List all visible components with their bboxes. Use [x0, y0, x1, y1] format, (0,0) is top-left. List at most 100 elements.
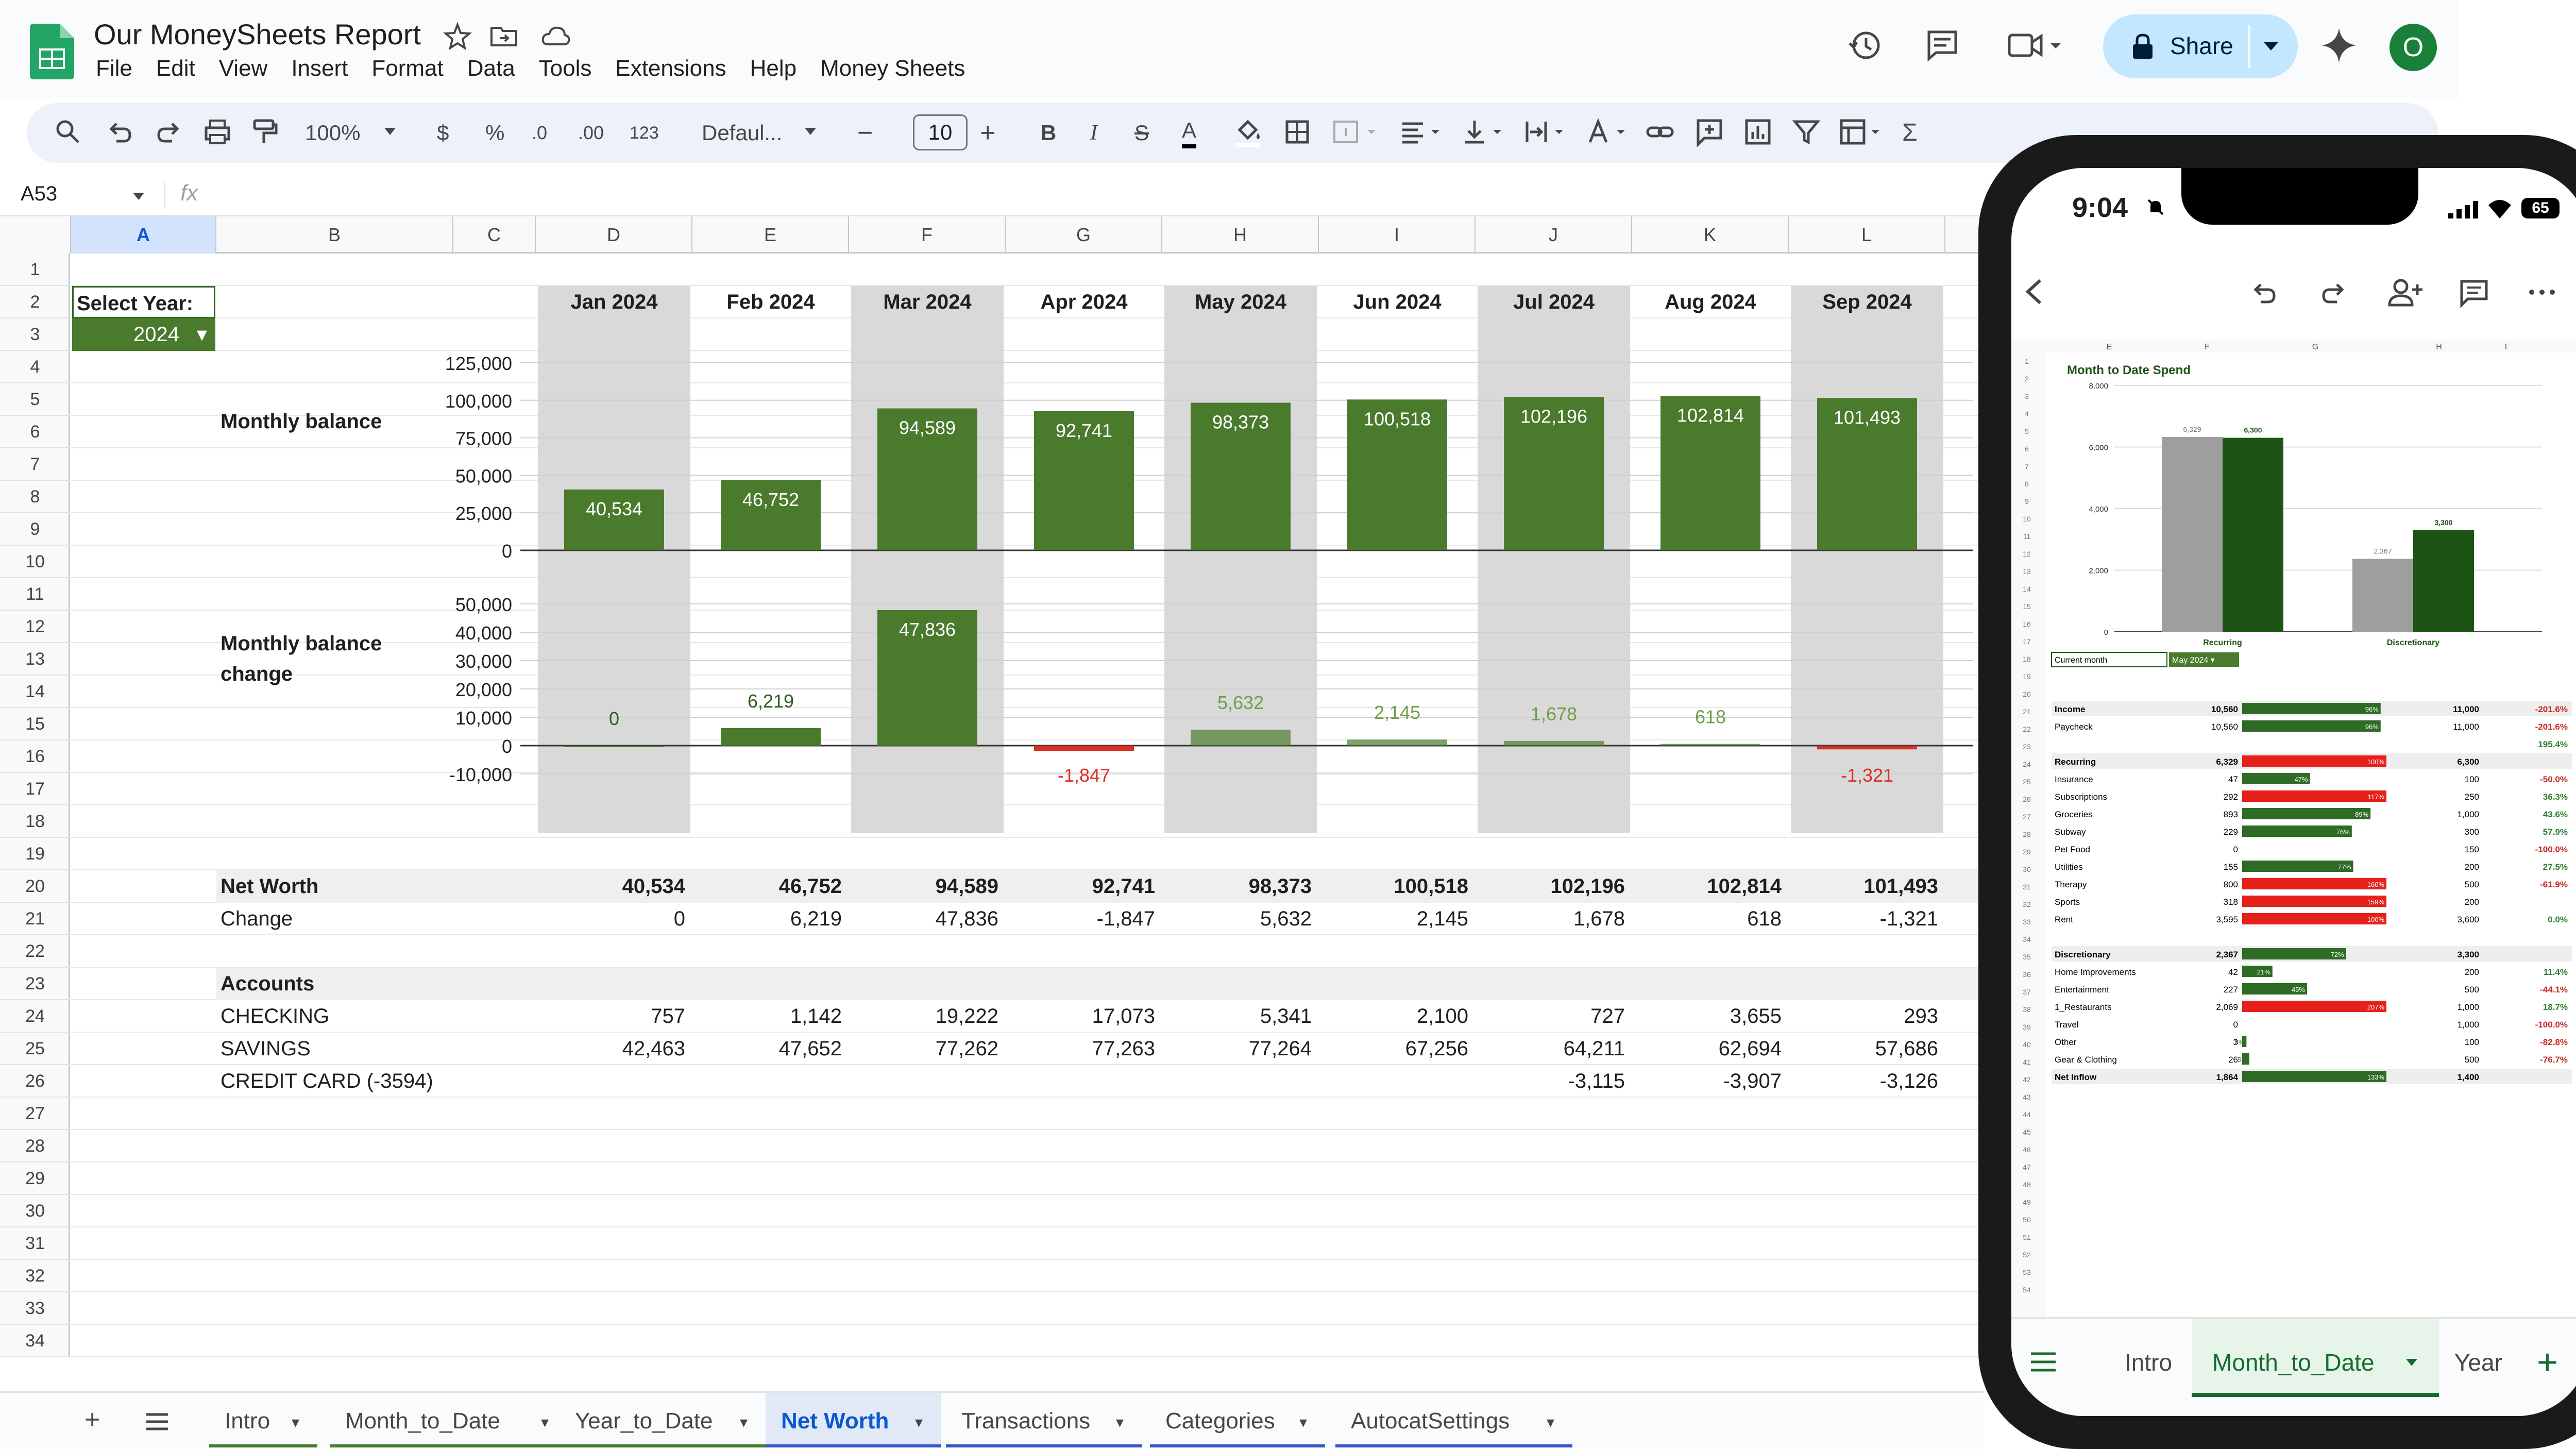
currency-format-button[interactable]: $ [437, 117, 449, 148]
name-box-dropdown-icon[interactable] [131, 191, 146, 203]
sheet-tab-transactions[interactable]: Transactions [961, 1408, 1090, 1434]
phone-chart-y-tick: 0 [2104, 628, 2108, 637]
name-box[interactable]: A53 [21, 182, 57, 206]
insert-link-icon[interactable] [1645, 116, 1675, 147]
sheet-tab-autocatsettings[interactable]: AutocatSettings [1351, 1408, 1510, 1434]
sheet-tab-dropdown-icon[interactable]: ▾ [915, 1413, 923, 1431]
net-worth-charts[interactable]: 0 25,000 50,000 75,000 100,000 125,000 40,534 4… [0, 216, 1984, 1386]
sheet-tab-dropdown-icon[interactable]: ▾ [740, 1413, 748, 1431]
vertical-align-icon[interactable] [1459, 116, 1511, 147]
back-icon[interactable] [2021, 276, 2049, 307]
decrease-decimal-button[interactable]: .0 [532, 117, 547, 148]
sheet-tab-intro[interactable]: Intro [225, 1408, 270, 1434]
menu-money-sheets[interactable]: Money Sheets [820, 56, 965, 87]
avatar[interactable]: O [2389, 24, 2437, 71]
phone-undo-icon[interactable] [2248, 277, 2279, 308]
document-title[interactable]: Our MoneySheets Report [94, 18, 421, 51]
version-history-icon[interactable] [1844, 25, 1886, 66]
move-folder-icon[interactable] [488, 21, 519, 52]
strikethrough-button[interactable]: S [1134, 117, 1149, 148]
spreadsheet-grid[interactable]: A B C D E F G H I J K L 1 2 3 4 5 6 7 8 9 10 11 12 1… [0, 216, 1984, 1386]
share-dropdown-icon[interactable] [2261, 39, 2281, 55]
more-options-icon[interactable] [2527, 284, 2557, 300]
zoom-dropdown-icon[interactable] [382, 126, 398, 138]
star-icon[interactable] [442, 21, 473, 52]
phone-table-label: Home Improvements [2055, 967, 2136, 977]
filter-views-icon[interactable] [1837, 116, 1889, 147]
sheet-tab-dropdown-icon[interactable]: ▾ [292, 1413, 299, 1431]
sheet-tab-dropdown-icon[interactable]: ▾ [541, 1413, 549, 1431]
horizontal-align-icon[interactable] [1397, 116, 1449, 147]
menu-view[interactable]: View [219, 56, 268, 87]
menu-edit[interactable]: Edit [156, 56, 195, 87]
search-menus-icon[interactable] [53, 116, 83, 147]
balance-y-tick: 125,000 [445, 353, 512, 374]
sheet-tab-month-to-date[interactable]: Month_to_Date [345, 1408, 500, 1434]
sheet-tab-net-worth[interactable]: Net Worth [781, 1408, 889, 1434]
menu-file[interactable]: File [96, 56, 132, 87]
phone-table-budget: 1,400 [2457, 1072, 2479, 1082]
phone-table-variance: 18.7% [2543, 1002, 2568, 1012]
sheet-tab-dropdown-icon[interactable]: ▾ [1116, 1413, 1124, 1431]
redo-icon[interactable] [154, 116, 184, 147]
sheet-tab-year-to-date[interactable]: Year_to_Date [575, 1408, 713, 1434]
zoom-select[interactable]: 100% [305, 117, 360, 148]
phone-tab-dropdown-icon[interactable] [2404, 1357, 2419, 1369]
text-wrapping-icon[interactable] [1521, 116, 1572, 147]
comments-icon[interactable] [1922, 25, 1963, 66]
insert-chart-icon[interactable] [1742, 116, 1773, 147]
phone-table-budget: 11,000 [2453, 704, 2479, 714]
filter-icon[interactable] [1791, 116, 1822, 147]
text-rotation-icon[interactable] [1583, 116, 1634, 147]
italic-button[interactable]: I [1090, 117, 1097, 148]
phone-sheet-content[interactable]: E F G H I12345678910111213141516171819202122… [2011, 333, 2576, 1353]
meet-icon[interactable] [2004, 25, 2066, 66]
font-size-input[interactable]: 10 [913, 114, 968, 150]
formula-input[interactable] [227, 179, 1927, 212]
insert-comment-icon[interactable] [1694, 116, 1725, 147]
print-icon[interactable] [202, 116, 233, 147]
add-person-icon[interactable] [2387, 276, 2424, 309]
menu-help[interactable]: Help [750, 56, 797, 87]
gemini-sparkle-icon[interactable] [2318, 25, 2360, 66]
font-dropdown-icon[interactable] [803, 126, 818, 138]
paint-format-icon[interactable] [249, 116, 280, 147]
phone-tab-bar: Intro Month_to_Date Year + [2011, 1317, 2576, 1416]
phone-redo-icon[interactable] [2318, 277, 2349, 308]
percent-format-button[interactable]: % [485, 117, 504, 148]
bold-button[interactable]: B [1041, 117, 1056, 148]
increase-decimal-button[interactable]: .00 [578, 117, 604, 148]
cloud-status-icon[interactable] [540, 21, 571, 52]
increase-font-size-button[interactable]: + [980, 117, 995, 148]
undo-icon[interactable] [104, 116, 135, 147]
menu-format[interactable]: Format [371, 56, 443, 87]
phone-table-label: Groceries [2055, 810, 2093, 819]
more-formats-button[interactable]: 123 [630, 117, 659, 148]
balance-y-tick: 0 [502, 541, 512, 562]
decrease-font-size-button[interactable]: − [857, 117, 873, 148]
phone-comments-icon[interactable] [2458, 277, 2490, 308]
add-sheet-button[interactable]: + [84, 1404, 100, 1435]
sheet-tab-dropdown-icon[interactable]: ▾ [1547, 1413, 1554, 1431]
share-button[interactable]: Share [2103, 14, 2298, 78]
all-sheets-icon[interactable] [144, 1411, 170, 1432]
sheets-logo-icon[interactable] [30, 24, 74, 79]
menu-data[interactable]: Data [467, 56, 515, 87]
borders-icon[interactable] [1282, 116, 1313, 147]
menu-insert[interactable]: Insert [291, 56, 348, 87]
phone-tab-month-to-date[interactable]: Month_to_Date [2212, 1349, 2375, 1376]
sheet-tab-dropdown-icon[interactable]: ▾ [1299, 1413, 1307, 1431]
merge-cells-icon[interactable] [1330, 116, 1382, 147]
font-select[interactable]: Defaul... [702, 117, 782, 148]
menu-extensions[interactable]: Extensions [615, 56, 726, 87]
sheet-tab-categories[interactable]: Categories [1165, 1408, 1275, 1434]
phone-add-sheet-button[interactable]: + [2537, 1341, 2558, 1383]
phone-tab-year[interactable]: Year [2454, 1349, 2502, 1376]
text-color-button[interactable]: A [1182, 117, 1197, 148]
phone-tab-intro[interactable]: Intro [2125, 1349, 2172, 1376]
change-y-tick: 30,000 [455, 651, 512, 672]
phone-all-sheets-icon[interactable] [2029, 1350, 2058, 1375]
fill-color-icon[interactable] [1232, 115, 1263, 148]
functions-button[interactable]: Σ [1902, 117, 1918, 148]
menu-tools[interactable]: Tools [539, 56, 592, 87]
